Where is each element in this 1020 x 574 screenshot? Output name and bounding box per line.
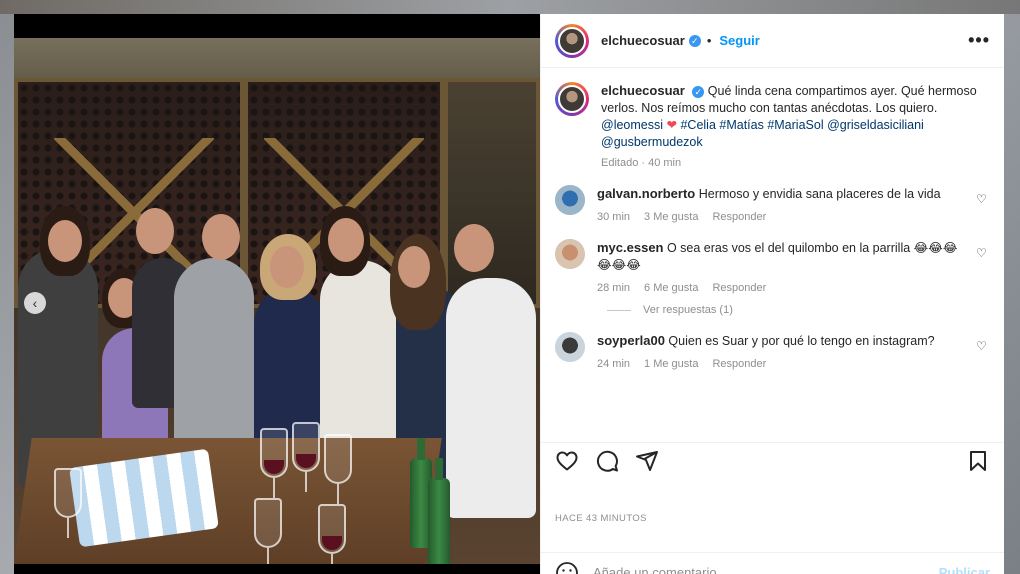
- comment-item: galvan.norberto Hermoso y envidia sana p…: [555, 185, 990, 223]
- comment-actions: 24 min 1 Me gusta Responder: [597, 358, 935, 370]
- reply-button[interactable]: Responder: [712, 282, 766, 294]
- author-avatar[interactable]: [555, 82, 589, 116]
- verified-icon: ✓: [688, 34, 701, 47]
- post-side-panel: elchuecosuar ✓ • Seguir ••• elchuecosuar…: [540, 14, 1004, 574]
- commenter-avatar[interactable]: [555, 239, 585, 269]
- commenter-avatar[interactable]: [555, 185, 585, 215]
- commenter-username[interactable]: soyperla00: [597, 333, 665, 348]
- comment-likes[interactable]: 6 Me gusta: [644, 282, 698, 294]
- person: [446, 278, 536, 518]
- reply-button[interactable]: Responder: [712, 358, 766, 370]
- view-replies-label[interactable]: Ver respuestas (1): [643, 304, 733, 316]
- water-bottle: [428, 458, 450, 564]
- mention-link[interactable]: @leomessi: [601, 118, 663, 132]
- person: [174, 258, 254, 458]
- person-head: [398, 246, 430, 288]
- person-head: [136, 208, 174, 254]
- bookmark-icon[interactable]: [966, 449, 990, 473]
- person-head: [202, 214, 240, 260]
- more-options-icon[interactable]: •••: [968, 30, 990, 51]
- author-username[interactable]: elchuecosuar: [601, 33, 685, 48]
- view-replies[interactable]: Ver respuestas (1): [607, 304, 990, 316]
- comment-body: myc.essen O sea eras vos el del quilombo…: [597, 239, 970, 274]
- heart-icon[interactable]: ♡: [976, 193, 988, 205]
- caption-username[interactable]: elchuecosuar: [601, 83, 685, 98]
- caption: elchuecosuar ✓ Qué linda cena compartimo…: [555, 82, 990, 169]
- post-photo: ‹: [14, 14, 540, 574]
- post-header: elchuecosuar ✓ • Seguir •••: [541, 14, 1004, 68]
- heart-icon[interactable]: ♡: [976, 340, 988, 352]
- comment-item: myc.essen O sea eras vos el del quilombo…: [555, 239, 990, 294]
- share-icon[interactable]: [635, 449, 659, 473]
- wine-glass: [260, 428, 288, 498]
- comment-body: galvan.norberto Hermoso y envidia sana p…: [597, 185, 941, 203]
- comment-time: 28 min: [597, 282, 631, 294]
- comment-input[interactable]: Añade un comentario...: [593, 565, 727, 574]
- mention-link[interactable]: @griseldasiciliani: [827, 118, 924, 132]
- commenter-avatar[interactable]: [555, 332, 585, 362]
- comments-list[interactable]: elchuecosuar ✓ Qué linda cena compartimo…: [541, 68, 1004, 398]
- wine-glass: [292, 422, 320, 492]
- caption-text: elchuecosuar ✓ Qué linda cena compartimo…: [601, 82, 990, 151]
- comment-actions: 28 min 6 Me gusta Responder: [597, 282, 970, 294]
- follow-button[interactable]: Seguir: [719, 33, 759, 48]
- publish-button[interactable]: Publicar: [939, 565, 990, 574]
- replies-line: [607, 309, 631, 311]
- comment-icon[interactable]: [595, 449, 619, 473]
- wine-glass: [254, 498, 282, 564]
- heart-emoji: ❤: [666, 118, 677, 132]
- heart-icon[interactable]: ♡: [976, 247, 988, 259]
- person-head: [270, 246, 304, 288]
- emoji-icon[interactable]: [555, 561, 579, 574]
- person-head: [328, 218, 364, 262]
- reply-button[interactable]: Responder: [712, 211, 766, 223]
- comment-body: soyperla00 Quien es Suar y por qué lo te…: [597, 332, 935, 350]
- background-strip: [0, 0, 1020, 14]
- instagram-post-card: ‹ elchuecosuar ✓ • Seguir ••• elchuecosu…: [14, 14, 1004, 574]
- chevron-left-icon[interactable]: ‹: [24, 292, 46, 314]
- hashtags[interactable]: #Celia #Matías #MariaSol: [680, 118, 823, 132]
- comment-item: soyperla00 Quien es Suar y por qué lo te…: [555, 332, 990, 370]
- author-avatar[interactable]: [555, 23, 589, 58]
- wine-glass: [324, 434, 352, 504]
- comment-time: 24 min: [597, 358, 631, 370]
- photo-image: [14, 38, 540, 564]
- wine-glass: [54, 468, 82, 538]
- wine-glass: [318, 504, 346, 564]
- person-head: [454, 224, 494, 272]
- mention-link[interactable]: @gusbermudezok: [601, 135, 703, 149]
- heart-icon[interactable]: [555, 449, 579, 473]
- commenter-username[interactable]: myc.essen: [597, 240, 664, 255]
- comment-text: Hermoso y envidia sana placeres de la vi…: [698, 187, 941, 201]
- add-comment-bar: Añade un comentario... Publicar: [541, 552, 1004, 574]
- comment-text: Quien es Suar y por qué lo tengo en inst…: [668, 334, 935, 348]
- comment-time: 30 min: [597, 211, 631, 223]
- caption-edited: Editado · 40 min: [601, 157, 682, 169]
- person-head: [48, 220, 82, 262]
- separator-dot: •: [706, 33, 712, 48]
- post-action-bar: [541, 442, 1004, 478]
- comment-likes[interactable]: 3 Me gusta: [644, 211, 698, 223]
- commenter-username[interactable]: galvan.norberto: [597, 186, 695, 201]
- wine-rack: [444, 78, 540, 308]
- post-timestamp: HACE 43 MINUTOS: [555, 513, 647, 524]
- verified-icon: ✓: [692, 85, 705, 98]
- comment-likes[interactable]: 1 Me gusta: [644, 358, 698, 370]
- comment-actions: 30 min 3 Me gusta Responder: [597, 211, 941, 223]
